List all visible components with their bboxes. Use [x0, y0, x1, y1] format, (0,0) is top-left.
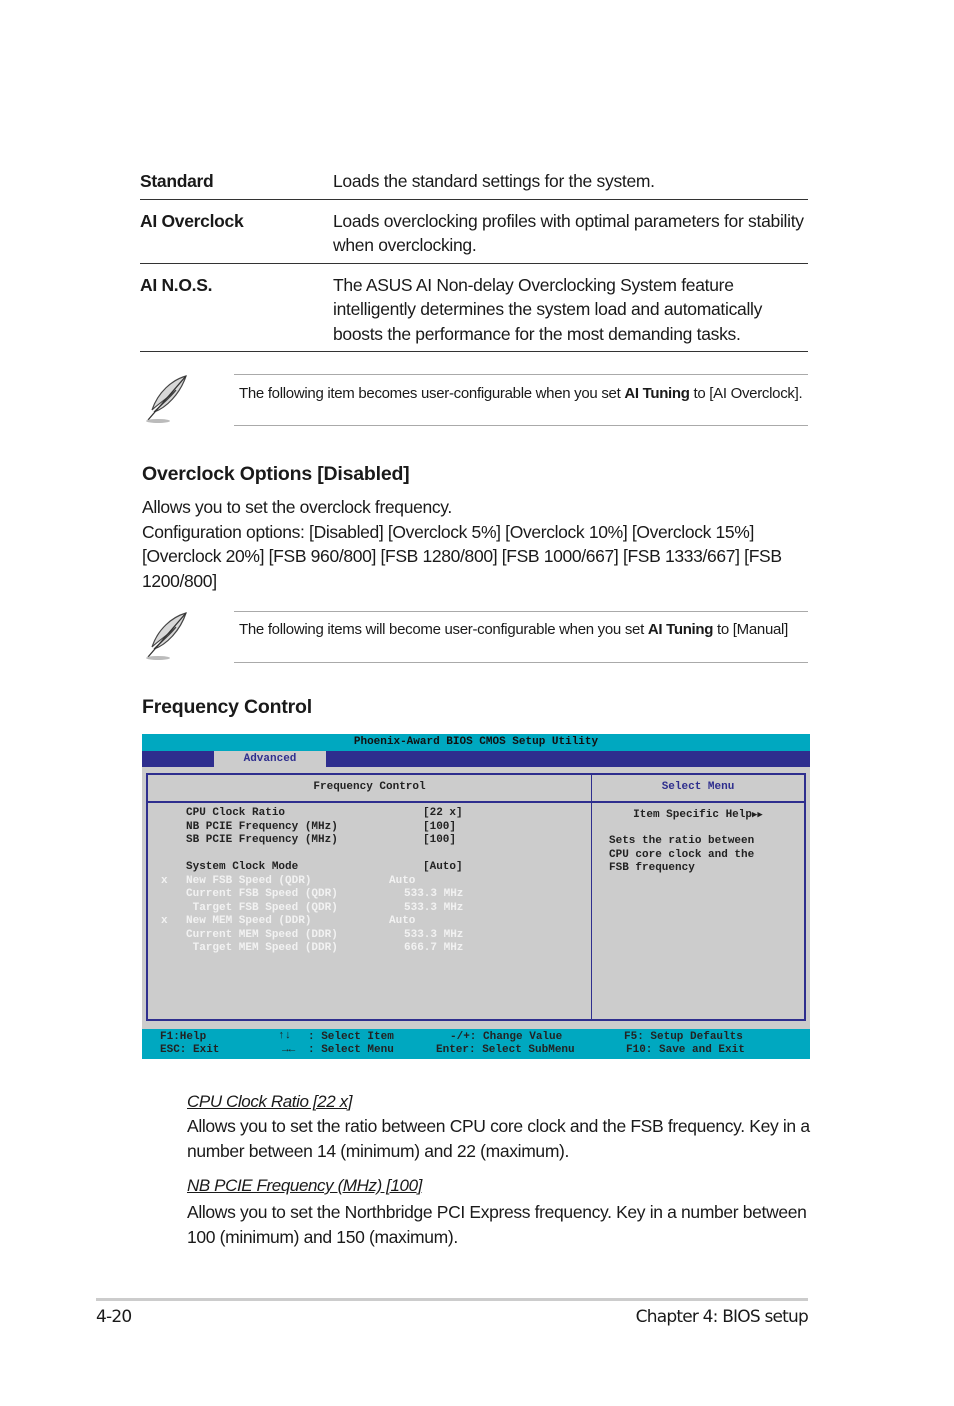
key-f1-help: F1:Help	[160, 1031, 207, 1043]
settings-row: x New FSB Speed (QDR) Auto	[148, 875, 591, 889]
setting-label: Target MEM Speed (DDR)	[186, 942, 338, 954]
settings-row[interactable]: System Clock Mode [Auto]	[148, 861, 591, 875]
setting-value: 533.3 MHz	[404, 928, 464, 941]
key-enter-submenu: Enter: Select SubMenu	[436, 1044, 575, 1056]
help-pane-title: Select Menu	[592, 775, 804, 803]
setting-label: Current FSB Speed (QDR)	[186, 888, 338, 900]
bios-menu-bar: Advanced	[142, 751, 810, 767]
item-title-cpu-clock-ratio: CPU Clock Ratio [22 x]	[187, 1092, 353, 1111]
settings-row: Current FSB Speed (QDR) 533.3 MHz	[148, 888, 591, 902]
key-f5-defaults: F5: Setup Defaults	[624, 1031, 743, 1043]
bios-screen: Phoenix-Award BIOS CMOS Setup Utility Ad…	[142, 734, 810, 1059]
key-select-menu: : Select Menu	[308, 1044, 394, 1056]
overclock-config-options: Configuration options: [Disabled] [Overc…	[142, 521, 782, 591]
double-arrow-right-icon: ▶▶	[751, 810, 763, 820]
tab-advanced[interactable]: Advanced	[214, 751, 326, 767]
setting-value[interactable]: [100]	[423, 834, 456, 848]
bios-panel: Frequency Control CPU Clock Ratio [22 x] N…	[146, 773, 806, 1021]
help-pane: Select Menu Item Specific Help▶▶ Sets th…	[592, 775, 804, 1019]
item-desc-cpu-clock-ratio: Allows you to set the ratio between CPU …	[187, 1116, 810, 1161]
definition-row: Standard Loads the standard settings for…	[140, 165, 808, 200]
setting-label: NB PCIE Frequency (MHz)	[186, 820, 338, 833]
setting-label: Current MEM Speed (DDR)	[186, 928, 338, 941]
item-title-nb-pcie-frequency: NB PCIE Frequency (MHz) [100]	[187, 1176, 422, 1195]
setting-label: Target FSB Speed (QDR)	[186, 901, 338, 914]
item-specific-help-title: Item Specific Help▶▶	[633, 809, 763, 821]
disabled-mark: x	[161, 915, 168, 927]
help-text: Sets the ratio between CPU core clock an…	[609, 835, 755, 874]
settings-row[interactable]: CPU Clock Ratio [22 x]	[148, 807, 591, 821]
settings-row: Current MEM Speed (DDR) 533.3 MHz	[148, 929, 591, 943]
item-desc-nb-pcie-frequency: Allows you to set the Northbridge PCI Ex…	[187, 1202, 807, 1247]
setting-label: System Clock Mode	[186, 861, 299, 873]
setting-value: 533.3 MHz	[404, 901, 464, 914]
bios-title-bar: Phoenix-Award BIOS CMOS Setup Utility	[142, 734, 810, 751]
setting-label: SB PCIE Frequency (MHz)	[186, 834, 338, 846]
key-change-value: -/+: Change Value	[450, 1031, 563, 1043]
setting-value: 533.3 MHz	[404, 888, 464, 900]
note-text: The following item becomes user-configur…	[234, 374, 808, 426]
setting-label: New FSB Speed (QDR)	[186, 874, 312, 887]
setting-value: 666.7 MHz	[404, 942, 464, 954]
setting-value: Auto	[389, 915, 416, 927]
definition-term: AI N.O.S.	[140, 274, 213, 295]
overclock-description: Allows you to set the overclock frequenc…	[142, 495, 822, 593]
definition-row: AI N.O.S. The ASUS AI Non-delay Overcloc…	[140, 264, 808, 352]
feather-pen-icon	[140, 611, 234, 663]
settings-row: x New MEM Speed (DDR) Auto	[148, 915, 591, 929]
setting-value[interactable]: [Auto]	[423, 861, 463, 875]
ai-tuning-options-table: Standard Loads the standard settings for…	[140, 165, 808, 352]
definition-term: Standard	[140, 171, 214, 191]
setting-value[interactable]: [22 x]	[423, 807, 463, 821]
definition-term: AI Overclock	[140, 210, 244, 231]
key-select-item: : Select Item	[308, 1031, 394, 1043]
setting-value[interactable]: [100]	[423, 821, 456, 835]
definition-desc: Loads overclocking profiles with optimal…	[333, 210, 804, 256]
setting-label: New MEM Speed (DDR)	[186, 915, 312, 927]
chapter-title: Chapter 4: BIOS setup	[635, 1307, 809, 1327]
setting-value: Auto	[389, 874, 416, 887]
key-f10-save-exit: F10: Save and Exit	[626, 1044, 745, 1056]
definition-row: AI Overclock Loads overclocking profiles…	[140, 200, 808, 264]
left-right-arrows-icon: →←	[282, 1044, 296, 1056]
overclock-line: Allows you to set the overclock frequenc…	[142, 497, 452, 517]
settings-row: Target MEM Speed (DDR) 666.7 MHz	[148, 942, 591, 956]
settings-row[interactable]: SB PCIE Frequency (MHz) [100]	[148, 834, 591, 848]
up-down-arrows-icon: ↑↓	[278, 1030, 292, 1042]
note-box: The following item becomes user-configur…	[140, 374, 808, 426]
disabled-mark: x	[161, 874, 168, 887]
settings-row[interactable]: NB PCIE Frequency (MHz) [100]	[148, 821, 591, 835]
key-esc-exit: ESC: Exit	[160, 1044, 220, 1056]
page-number: 4-20	[96, 1307, 132, 1327]
frequency-control-heading: Frequency Control	[142, 696, 312, 718]
feather-pen-icon	[140, 374, 234, 426]
overclock-options-heading: Overclock Options [Disabled]	[142, 463, 410, 485]
settings-list: CPU Clock Ratio [22 x] NB PCIE Frequency (…	[148, 803, 591, 956]
note-box: The following items will become user-con…	[140, 611, 808, 663]
definition-desc: The ASUS AI Non-delay Overclocking Syste…	[333, 274, 763, 344]
bios-key-legend: F1:Help ESC: Exit ↑↓ →← : Select Item : …	[142, 1029, 810, 1059]
settings-spacer	[148, 848, 591, 862]
footer-divider	[96, 1298, 808, 1301]
setting-label: CPU Clock Ratio	[186, 807, 286, 819]
settings-pane-title: Frequency Control	[148, 775, 591, 803]
definition-desc: Loads the standard settings for the syst…	[333, 171, 655, 191]
settings-pane: Frequency Control CPU Clock Ratio [22 x] N…	[148, 775, 592, 1019]
note-text: The following items will become user-con…	[234, 611, 808, 663]
settings-row: Target FSB Speed (QDR) 533.3 MHz	[148, 902, 591, 916]
